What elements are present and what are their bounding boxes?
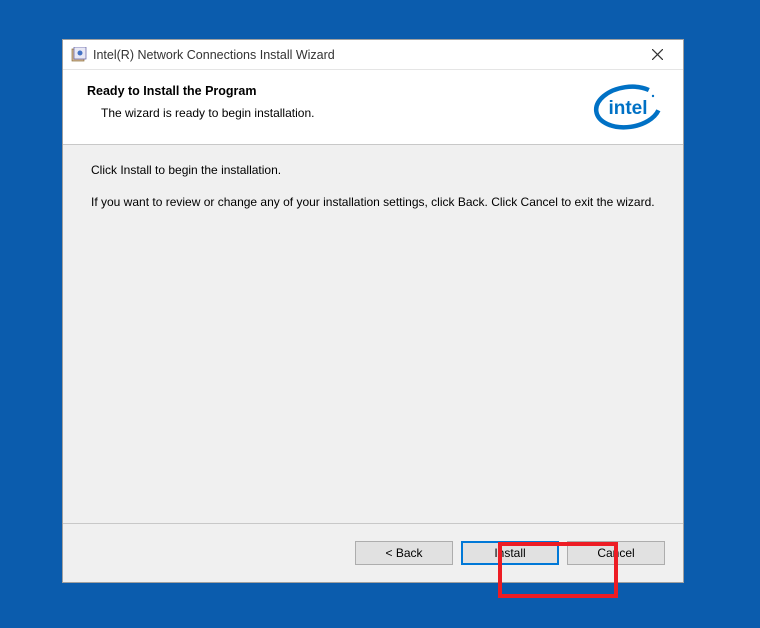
close-button[interactable] [637, 41, 677, 69]
instruction-text-1: Click Install to begin the installation. [91, 161, 655, 179]
install-button[interactable]: Install [461, 541, 559, 565]
cancel-button[interactable]: Cancel [567, 541, 665, 565]
header-text-block: Ready to Install the Program The wizard … [87, 82, 583, 120]
wizard-header: Ready to Install the Program The wizard … [63, 70, 683, 145]
close-icon [652, 49, 663, 60]
back-button[interactable]: < Back [355, 541, 453, 565]
titlebar: Intel(R) Network Connections Install Wiz… [63, 40, 683, 70]
intel-logo: intel [593, 84, 663, 130]
wizard-footer: < Back Install Cancel [63, 524, 683, 582]
instruction-text-2: If you want to review or change any of y… [91, 193, 655, 211]
svg-text:intel: intel [608, 98, 647, 119]
page-title: Ready to Install the Program [87, 84, 583, 98]
page-subtitle: The wizard is ready to begin installatio… [87, 106, 583, 120]
window-title: Intel(R) Network Connections Install Wiz… [93, 48, 637, 62]
installer-icon [71, 47, 87, 63]
install-wizard-window: Intel(R) Network Connections Install Wiz… [62, 39, 684, 583]
wizard-content: Click Install to begin the installation.… [63, 145, 683, 524]
